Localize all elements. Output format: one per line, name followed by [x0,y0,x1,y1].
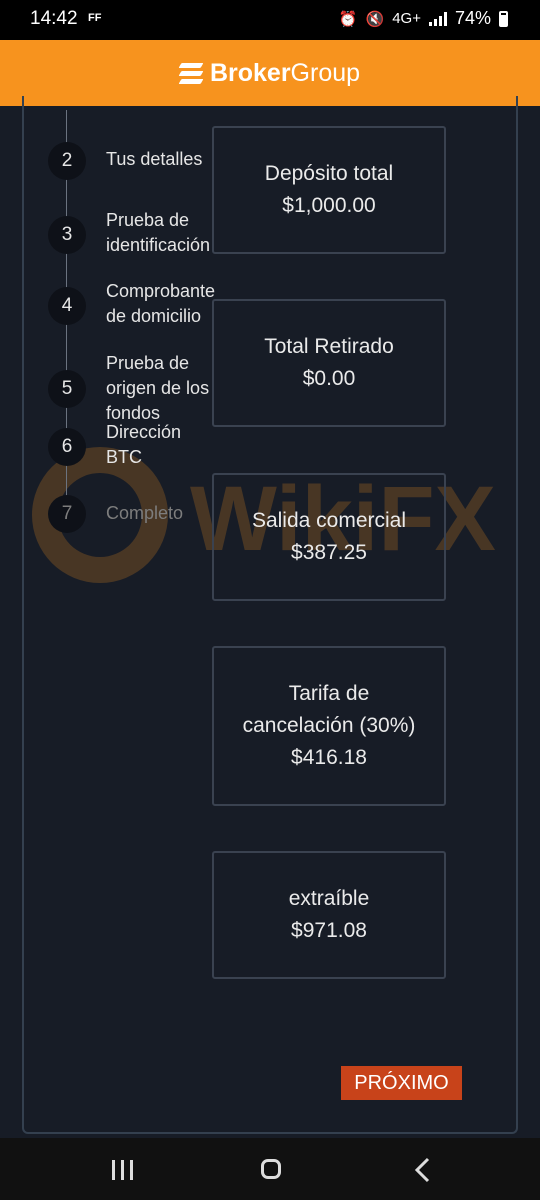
card-value: $0.00 [302,367,356,390]
card-trade-output: Salida comercial $387.25 [212,473,446,601]
card-value: $1,000.00 [282,194,376,217]
home-icon[interactable] [252,1152,292,1188]
step-label: Tus detalles [106,149,203,169]
mute-icon: 🔇 [365,10,385,28]
battery-icon [499,10,508,27]
step-number: 5 [48,370,86,408]
card-label: Tarifa de [288,682,370,705]
step-number: 3 [48,216,86,254]
card-label: extraíble [288,887,370,910]
step-number: 2 [48,142,86,180]
card-label: cancelación (30%) [242,714,416,737]
logo-text-broker: Broker [209,58,291,87]
step-number: 7 [48,495,86,533]
alarm-icon: ⏰ [338,10,358,28]
battery-percent: 74% [454,8,491,28]
step-label: Prueba de identificación [106,210,211,255]
step-7: 7 Completo [48,495,183,533]
card-label: Salida comercial [251,509,407,532]
step-number: 4 [48,287,86,325]
network-label: 4G+ [392,10,421,27]
step-6: 6 Dirección BTC [48,422,181,467]
step-number: 6 [48,428,86,466]
step-3: 3 Prueba de identificación [48,210,210,255]
logo-text-group: Group [290,58,361,87]
step-label: Dirección BTC [106,422,182,467]
status-icons: ⏰ 🔇 4G+ 74% [339,8,508,29]
android-nav-bar [0,1138,540,1200]
step-label: Comprobante de domicilio [106,281,216,326]
step-5: 5 Prueba de origen de los fondos [48,353,209,423]
card-label: Depósito total [264,162,394,185]
signal-icon [428,11,447,26]
step-4: 4 Comprobante de domicilio [48,281,215,326]
status-bar: 14:42 FF ⏰ 🔇 4G+ 74% [0,0,540,40]
card-withdrawable: extraíble $971.08 [212,851,446,979]
card-value: $387.25 [291,541,367,564]
recent-apps-icon[interactable] [102,1152,142,1188]
card-total-withdrawn: Total Retirado $0.00 [212,299,446,427]
card-total-deposit: Depósito total $1,000.00 [212,126,446,254]
next-button[interactable]: PRÓXIMO [341,1066,462,1100]
step-2: 2 Tus detalles [48,142,202,180]
step-label: Completo [106,503,184,523]
logo-mark-icon [178,62,204,84]
step-label: Prueba de origen de los fondos [106,353,210,423]
brokergroup-logo: BrokerGroup [178,58,361,88]
card-label: Total Retirado [264,335,394,358]
status-indicator: FF [88,12,102,24]
card-cancellation-fee: Tarifa de cancelación (30%) $416.18 [212,646,446,806]
card-value: $416.18 [291,746,367,769]
card-value: $971.08 [291,919,367,942]
status-time: 14:42 [30,8,78,29]
back-icon[interactable] [404,1152,444,1188]
